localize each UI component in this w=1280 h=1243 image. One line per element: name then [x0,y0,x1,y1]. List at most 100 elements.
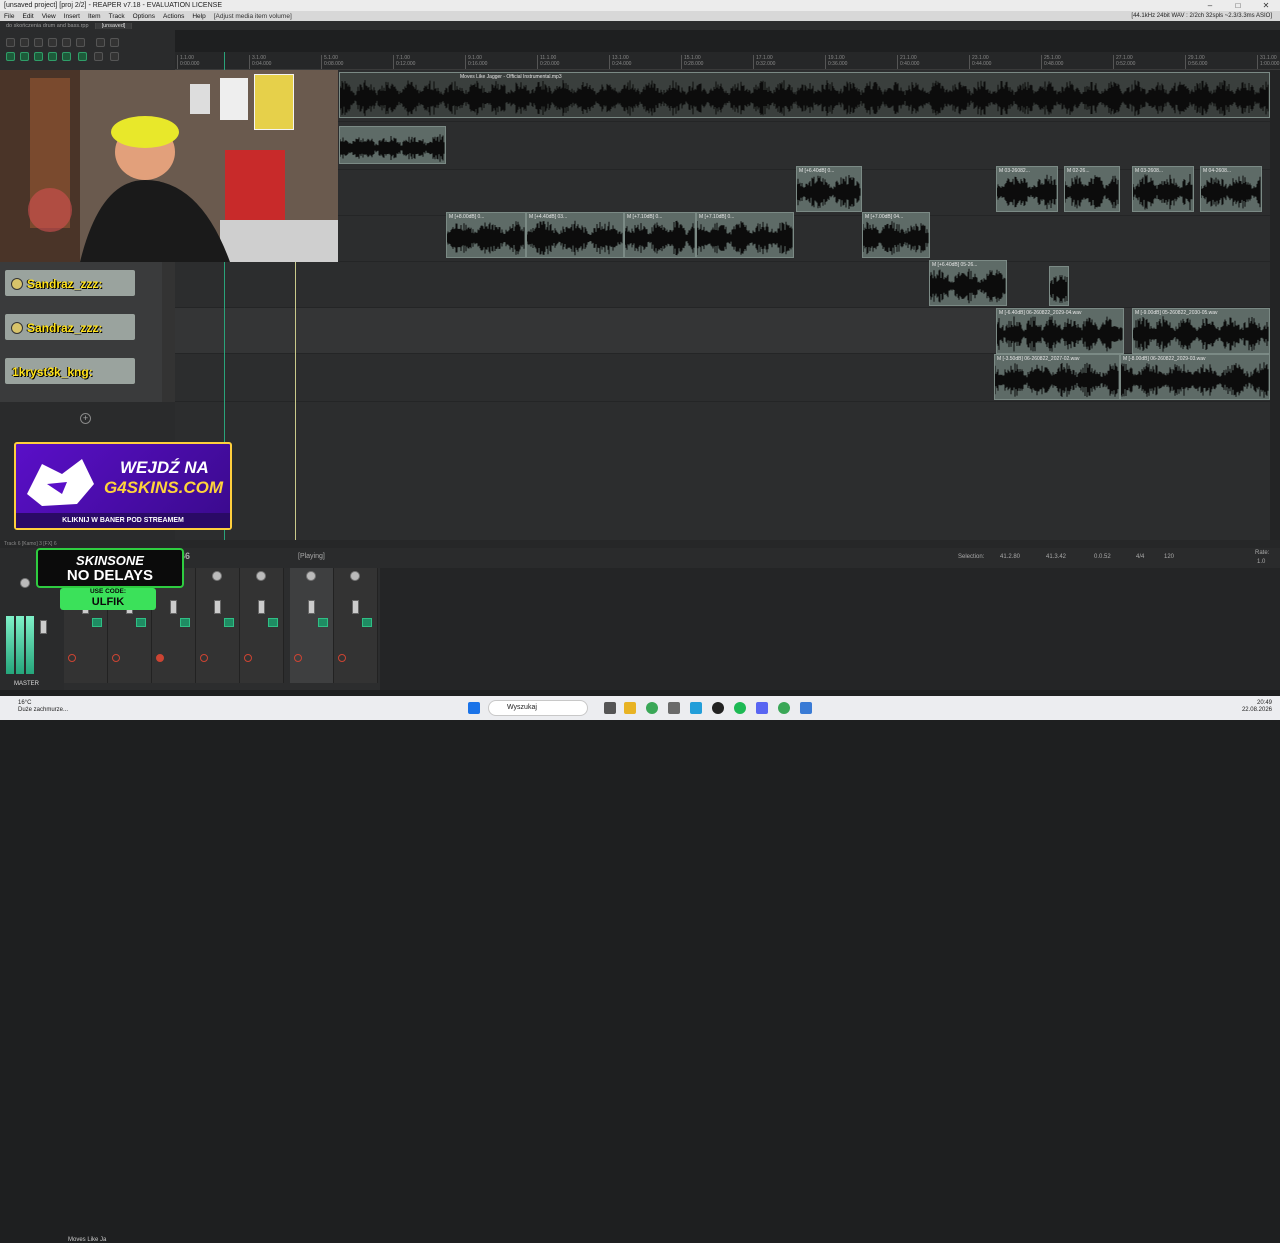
pan-knob[interactable] [212,571,222,581]
mixer-strip[interactable] [290,568,334,683]
menu-file[interactable]: File [0,13,18,20]
media-item[interactable]: M 02-26... [1064,166,1120,212]
item-grouping-icon[interactable] [34,52,43,61]
lock-icon[interactable] [94,52,103,61]
mixer-strip[interactable] [196,568,240,683]
add-track-icon[interactable]: + [80,413,91,424]
menu-actions[interactable]: Actions [159,13,188,20]
metronome-icon[interactable] [96,38,105,47]
volume-fader[interactable] [258,600,265,614]
fx-button[interactable] [362,618,372,627]
media-item[interactable]: M [-9.00dB] 05-260822_2030-05.wav [1132,308,1270,354]
grid-icon[interactable] [110,38,119,47]
master-pan-knob[interactable] [20,578,30,588]
app-icon[interactable] [668,702,680,714]
menu-track[interactable]: Track [105,13,129,20]
media-item[interactable]: M 04-2608... [1200,166,1262,212]
record-arm-icon[interactable] [338,654,346,662]
task-view-icon[interactable] [604,702,616,714]
audio-device-info[interactable]: [44.1kHz 24bit WAV : 2/2ch 32spls ~2.3/3… [1131,11,1272,21]
snap-icon[interactable] [6,52,15,61]
media-item[interactable]: M [+8.00dB] 0... [446,212,526,258]
menu-options[interactable]: Options [129,13,159,20]
time-signature[interactable]: 4/4 [1136,554,1144,560]
taskbar-search[interactable]: Wyszukaj [488,700,588,716]
media-item[interactable]: M [-8.00dB] 06-260822_2029-03.wav [1120,354,1270,400]
media-item[interactable] [339,126,446,164]
tempo-bpm[interactable]: 120 [1164,554,1174,560]
media-item[interactable]: M [-6.40dB] 06-260822_2029-04.wav [996,308,1124,354]
record-arm-icon[interactable] [200,654,208,662]
volume-fader[interactable] [352,600,359,614]
minimize-icon[interactable]: – [1196,0,1224,11]
file-explorer-icon[interactable] [624,702,636,714]
fx-button[interactable] [92,618,102,627]
menu-help[interactable]: Help [188,13,209,20]
volume-fader[interactable] [214,600,221,614]
record-arm-icon[interactable] [294,654,302,662]
fx-button[interactable] [318,618,328,627]
taskbar-clock[interactable]: 20:49 22.08.2026 [1242,700,1272,714]
loop-icon[interactable] [78,52,87,61]
rate-value[interactable]: 1.0 [1257,559,1265,565]
menu-edit[interactable]: Edit [18,13,37,20]
settings-icon[interactable] [48,38,57,47]
pan-knob[interactable] [306,571,316,581]
track-control-panel[interactable] [162,262,175,402]
media-item[interactable]: M [+4.40dB] 03... [526,212,624,258]
mixer-strip[interactable] [240,568,284,683]
promo-banner[interactable]: WEJDŹ NA G4SKINS.COM KLIKNIJ W BANER POD… [14,442,232,530]
record-arm-icon[interactable] [156,654,164,662]
redo-icon[interactable] [76,38,85,47]
record-arm-icon[interactable] [68,654,76,662]
mixer-strip[interactable] [334,568,378,683]
close-icon[interactable]: ✕ [1252,0,1280,11]
new-project-icon[interactable] [6,38,15,47]
tab-project-1[interactable]: do skończenia drum and bass.rpp [0,22,96,29]
timeline-ruler[interactable]: 1.1.00 0:00.000 3.1.00 0:04.000 5.1.00 0:08.0… [175,52,1280,70]
weather-widget[interactable]: 16°C Duże zachmurze... [18,700,68,714]
media-item[interactable]: M 03-2608... [1132,166,1194,212]
record-arm-icon[interactable] [244,654,252,662]
save-project-icon[interactable] [34,38,43,47]
telegram-icon[interactable] [690,702,702,714]
media-item[interactable]: M [-3.50dB] 06-260822_2027-02.wav [994,354,1120,400]
spotify-icon[interactable] [734,702,746,714]
auto-crossfade-icon[interactable] [48,52,57,61]
selection-end[interactable]: 41.3.42 [1046,554,1066,560]
maximize-icon[interactable]: □ [1224,0,1252,11]
fx-button[interactable] [224,618,234,627]
fx-button[interactable] [268,618,278,627]
media-item[interactable]: M [+6.40dB] 0... [796,166,862,212]
media-item[interactable]: M [+7.00dB] 04... [862,212,930,258]
tab-project-2[interactable]: [unsaved] [95,22,133,29]
track-lane-5[interactable] [175,262,1270,308]
pan-knob[interactable] [256,571,266,581]
pencil-icon[interactable] [110,52,119,61]
media-item[interactable]: M [+6.40dB] 05-26... [929,260,1007,306]
media-item[interactable]: Moves Like Jagger - Official Instrumenta… [339,72,1270,118]
media-item[interactable]: M [+7.10dB] 0... [624,212,696,258]
obs-icon[interactable] [712,702,724,714]
volume-fader[interactable] [308,600,315,614]
record-arm-icon[interactable] [112,654,120,662]
master-fader[interactable] [40,620,47,634]
discord-icon[interactable] [756,702,768,714]
pan-knob[interactable] [350,571,360,581]
open-project-icon[interactable] [20,38,29,47]
undo-icon[interactable] [62,38,71,47]
chrome-icon[interactable] [646,702,658,714]
media-item[interactable] [1049,266,1069,306]
volume-fader[interactable] [170,600,177,614]
menu-item[interactable]: Item [84,13,105,20]
start-icon[interactable] [468,702,480,714]
ripple-icon[interactable] [20,52,29,61]
fx-button[interactable] [180,618,190,627]
media-item[interactable]: M 03-26082... [996,166,1058,212]
media-item[interactable]: M [+7.10dB] 0... [696,212,794,258]
vertical-scrollbar[interactable] [1270,70,1280,540]
selection-start[interactable]: 41.2.80 [1000,554,1020,560]
horizontal-scrollbar[interactable]: Track 6 [Kamo] 3 [FX] 6 [0,540,1280,548]
menu-insert[interactable]: Insert [60,13,84,20]
reaper-icon[interactable] [800,702,812,714]
